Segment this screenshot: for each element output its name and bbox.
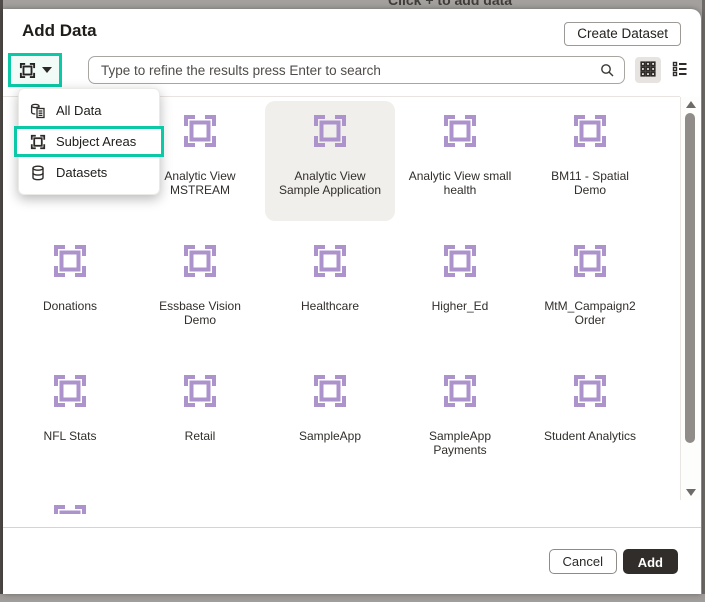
- tile-label: Higher_Ed: [431, 299, 489, 313]
- tile-label: SampleApp Payments: [428, 429, 492, 457]
- subject-area-tile[interactable]: Essbase Vision Demo: [135, 231, 265, 351]
- subject-area-tile[interactable]: Higher_Ed: [395, 231, 525, 351]
- subject-area-tile[interactable]: Analytic View Sample Application: [265, 101, 395, 221]
- subject-area-icon: [442, 243, 478, 279]
- add-button[interactable]: Add: [622, 549, 678, 574]
- scrollbar-thumb[interactable]: [685, 113, 695, 443]
- dialog-title: Add Data: [22, 21, 97, 40]
- subject-area-tile[interactable]: Student Analytics: [525, 361, 655, 481]
- subject-area-tile[interactable]: [5, 491, 135, 514]
- tile-label: Healthcare: [300, 299, 360, 313]
- subject-area-tile[interactable]: Healthcare: [265, 231, 395, 351]
- tile-label: Student Analytics: [543, 429, 637, 443]
- add-data-dialog: Add Data Create Dataset Allegheny PA Dog…: [3, 9, 701, 594]
- subject-area-tile[interactable]: SampleApp: [265, 361, 395, 481]
- background-partial-text: Click + to add data: [388, 0, 513, 8]
- subject-area-tile[interactable]: MtM_Campaign2 Order: [525, 231, 655, 351]
- subject-area-icon: [312, 113, 348, 149]
- subject-area-icon: [182, 113, 218, 149]
- menu-item-label: Subject Areas: [56, 134, 137, 149]
- all-data-icon: [30, 103, 46, 119]
- tile-label: MtM_Campaign2 Order: [544, 299, 636, 327]
- menu-item-all-data[interactable]: All Data: [19, 95, 159, 126]
- subject-area-icon: [52, 503, 88, 514]
- tile-label: SampleApp: [298, 429, 362, 443]
- subject-area-icon: [312, 373, 348, 409]
- footer-divider: [3, 527, 701, 528]
- subject-area-icon: [572, 243, 608, 279]
- list-view-toggle[interactable]: [667, 57, 693, 83]
- subject-areas-icon: [30, 134, 46, 150]
- cancel-button[interactable]: Cancel: [548, 549, 617, 574]
- subject-area-tile[interactable]: BM11 - Spatial Demo: [525, 101, 655, 221]
- tile-label: Retail: [184, 429, 216, 443]
- menu-item-datasets[interactable]: Datasets: [19, 157, 159, 188]
- grid-view-icon: [640, 60, 656, 80]
- filter-button-highlight-annotation: [8, 53, 62, 87]
- scroll-up-arrow[interactable]: [686, 101, 696, 108]
- scroll-down-arrow[interactable]: [686, 489, 696, 496]
- data-type-filter-dropdown-button[interactable]: [19, 62, 52, 79]
- subject-area-icon: [52, 243, 88, 279]
- subject-area-icon: [182, 373, 218, 409]
- tile-label: Essbase Vision Demo: [159, 299, 241, 327]
- subject-area-tile[interactable]: NFL Stats: [5, 361, 135, 481]
- search-box: [88, 56, 625, 84]
- vertical-scrollbar[interactable]: [680, 97, 700, 500]
- tile-label: Donations: [42, 299, 98, 313]
- subject-areas-icon: [19, 62, 36, 79]
- tile-label: NFL Stats: [43, 429, 97, 443]
- subject-area-tile[interactable]: SampleApp Payments: [395, 361, 525, 481]
- subject-area-icon: [182, 243, 218, 279]
- datasets-icon: [30, 165, 46, 181]
- filter-menu: All Data Subject Areas Datasets: [14, 88, 164, 195]
- subject-area-icon: [52, 373, 88, 409]
- chevron-down-icon: [41, 67, 52, 73]
- tile-label: Analytic View small health: [408, 169, 512, 197]
- tile-label: BM11 - Spatial Demo: [551, 169, 629, 197]
- menu-item-label: Datasets: [56, 165, 108, 180]
- list-view-icon: [672, 61, 688, 80]
- subject-area-icon: [572, 113, 608, 149]
- subject-area-tile[interactable]: Donations: [5, 231, 135, 351]
- grid-view-toggle[interactable]: [635, 57, 661, 83]
- create-dataset-button[interactable]: Create Dataset: [564, 22, 681, 46]
- tile-label: Analytic View MSTREAM: [164, 169, 236, 197]
- window-edge-bottom: [0, 594, 705, 602]
- menu-item-label: All Data: [56, 103, 102, 118]
- search-input[interactable]: [89, 58, 599, 82]
- subject-area-tile[interactable]: Retail: [135, 361, 265, 481]
- subject-area-icon: [442, 373, 478, 409]
- search-icon[interactable]: [599, 62, 615, 78]
- subject-area-icon: [572, 373, 608, 409]
- subject-area-icon: [312, 243, 348, 279]
- tile-label: Analytic View Sample Application: [278, 169, 382, 197]
- subject-area-tile[interactable]: Analytic View small health: [395, 101, 525, 221]
- subject-area-icon: [442, 113, 478, 149]
- menu-item-subject-areas[interactable]: Subject Areas: [14, 126, 164, 157]
